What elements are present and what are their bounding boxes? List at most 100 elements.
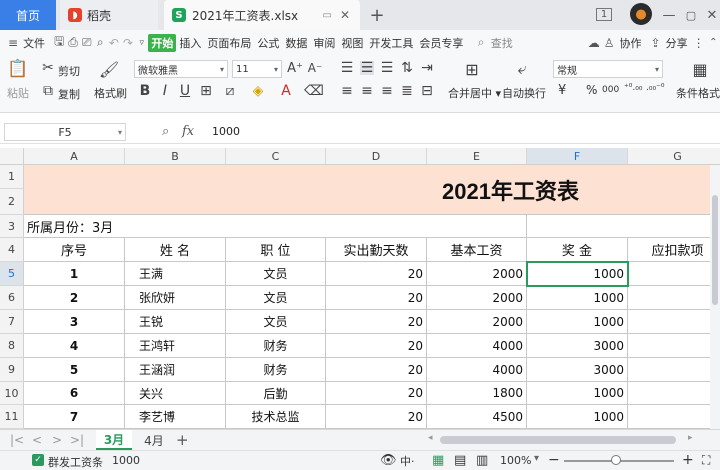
- cell-bonus[interactable]: 1000: [527, 405, 628, 429]
- sheet-tab-april[interactable]: 4月: [136, 430, 172, 450]
- column-header-d[interactable]: D: [326, 148, 427, 165]
- cell-base-salary[interactable]: 4000: [427, 358, 527, 382]
- page-layout-view-icon[interactable]: ▤: [454, 453, 466, 468]
- menu-developer[interactable]: 开发工具: [366, 35, 416, 51]
- restore-tab-icon[interactable]: ▭: [323, 10, 332, 21]
- align-middle-icon[interactable]: ☰: [360, 60, 374, 76]
- cell-seq[interactable]: 6: [24, 382, 125, 405]
- cell-deductions[interactable]: 2: [628, 334, 720, 358]
- conditional-format-button[interactable]: 条件格式: [676, 85, 720, 101]
- last-sheet-icon[interactable]: >|: [70, 433, 84, 447]
- share-icon[interactable]: ⇪: [651, 35, 661, 51]
- sheet-title-cell[interactable]: 2021年工资表: [24, 165, 720, 215]
- first-sheet-icon[interactable]: |<: [10, 433, 24, 447]
- hamburger-icon[interactable]: ≡: [8, 35, 18, 51]
- undo-icon[interactable]: ↶: [109, 35, 119, 51]
- underline-icon[interactable]: U: [178, 83, 192, 99]
- cell-attendance[interactable]: 20: [326, 334, 427, 358]
- cell-seq[interactable]: 1: [24, 262, 125, 286]
- close-tab-icon[interactable]: ✕: [340, 8, 350, 22]
- name-box[interactable]: F5 ▾: [4, 123, 126, 141]
- select-all-corner[interactable]: [0, 148, 24, 165]
- cell-bonus[interactable]: 3000: [527, 358, 628, 382]
- minimize-icon[interactable]: —: [660, 6, 678, 24]
- search-input[interactable]: 查找: [488, 35, 516, 51]
- menu-start[interactable]: 开始: [148, 33, 177, 52]
- tab-docer[interactable]: ◗ 稻壳: [60, 0, 158, 30]
- cell-attendance[interactable]: 20: [326, 286, 427, 310]
- checkbox-icon[interactable]: ✓: [32, 454, 44, 466]
- align-right-icon[interactable]: ≡: [380, 83, 394, 99]
- cell-base-salary[interactable]: 2000: [427, 262, 527, 286]
- percent-format-button[interactable]: %: [586, 83, 597, 97]
- cell-base-salary[interactable]: 2000: [427, 286, 527, 310]
- scroll-left-icon[interactable]: ◂: [428, 433, 433, 443]
- normal-view-icon[interactable]: ▦: [432, 453, 444, 468]
- sheet-tab-march[interactable]: 3月: [96, 430, 132, 450]
- column-header-f[interactable]: F: [527, 148, 628, 165]
- format-painter-icon[interactable]: 🖌: [99, 59, 119, 79]
- number-format-select[interactable]: 常规 ▾: [553, 60, 663, 78]
- cell-attendance[interactable]: 20: [326, 262, 427, 286]
- cell-bonus[interactable]: 1000: [527, 286, 628, 310]
- clear-format-icon[interactable]: ⌫: [304, 83, 324, 99]
- font-size-select[interactable]: 11 ▾: [232, 60, 282, 78]
- close-window-icon[interactable]: ✕: [703, 6, 720, 24]
- payroll-slip-button[interactable]: 群发工资条: [48, 454, 103, 470]
- bold-icon[interactable]: B: [138, 83, 152, 99]
- menu-data[interactable]: 数据: [282, 35, 310, 51]
- cell-bonus[interactable]: 1000: [527, 310, 628, 334]
- cut-button[interactable]: 剪切: [58, 63, 80, 79]
- header-cell-name[interactable]: 姓 名: [125, 238, 226, 262]
- cell-position[interactable]: 文员: [226, 286, 326, 310]
- zoom-search-icon[interactable]: ⌕: [162, 124, 169, 139]
- thousands-format-button[interactable]: 000: [602, 85, 619, 95]
- formula-input[interactable]: 1000: [212, 125, 240, 138]
- cut-icon[interactable]: ✂: [41, 60, 55, 76]
- zoom-dropdown-icon[interactable]: ▾: [534, 453, 539, 464]
- vertical-scrollbar[interactable]: [710, 165, 720, 429]
- menu-file[interactable]: 文件: [20, 35, 48, 51]
- header-cell-seq[interactable]: 序号: [24, 238, 125, 262]
- save-icon[interactable]: 🖫: [54, 34, 64, 51]
- horizontal-scroll-thumb[interactable]: [440, 436, 676, 444]
- cell-bonus[interactable]: 1000: [527, 262, 628, 286]
- cell-name[interactable]: 关兴: [125, 382, 226, 405]
- cell-base-salary[interactable]: 4500: [427, 405, 527, 429]
- tab-file[interactable]: S 2021年工资表.xlsx ▭ ✕: [164, 0, 360, 30]
- increase-decimal-icon[interactable]: ⁺⁰.₀₀: [624, 83, 642, 93]
- header-cell-bonus[interactable]: 奖 金: [527, 238, 628, 262]
- cell-deductions[interactable]: [628, 310, 720, 334]
- justify-icon[interactable]: ≣: [400, 83, 414, 99]
- column-header-g[interactable]: G: [628, 148, 720, 165]
- indent-icon[interactable]: ⇥: [420, 60, 434, 76]
- font-color-icon[interactable]: A: [278, 83, 294, 99]
- cell-base-salary[interactable]: 1800: [427, 382, 527, 405]
- maximize-icon[interactable]: ▢: [682, 6, 700, 24]
- scroll-right-icon[interactable]: ▸: [688, 433, 693, 443]
- align-bottom-icon[interactable]: ☰: [380, 60, 394, 76]
- export-pdf-icon[interactable]: ⎙: [68, 35, 78, 51]
- cell-deductions[interactable]: [628, 405, 720, 429]
- collab-button[interactable]: 协作: [617, 35, 645, 51]
- cell-style-icon[interactable]: ⧄: [222, 83, 238, 99]
- paste-button[interactable]: 粘贴: [7, 85, 29, 101]
- format-painter-button[interactable]: 格式刷: [94, 85, 127, 101]
- new-tab-icon[interactable]: +: [368, 5, 386, 26]
- zoom-slider-handle[interactable]: [611, 455, 621, 465]
- add-sheet-icon[interactable]: +: [176, 431, 189, 449]
- currency-format-button[interactable]: ¥: [558, 83, 566, 98]
- cell-seq[interactable]: 4: [24, 334, 125, 358]
- eye-protect-icon[interactable]: 👁: [380, 453, 397, 468]
- header-cell-attendance[interactable]: 实出勤天数: [326, 238, 427, 262]
- cell-deductions[interactable]: [628, 262, 720, 286]
- paste-icon[interactable]: 📋: [7, 59, 28, 79]
- wrap-text-button[interactable]: 自动换行: [502, 85, 546, 101]
- zoom-out-icon[interactable]: −: [548, 452, 560, 468]
- row-header-3[interactable]: 3: [0, 215, 24, 238]
- orientation-icon[interactable]: ⇅: [400, 60, 414, 76]
- copy-icon[interactable]: ⧉: [41, 83, 55, 99]
- row-header-11[interactable]: 11: [0, 405, 24, 429]
- cell-base-salary[interactable]: 2000: [427, 310, 527, 334]
- cell-attendance[interactable]: 20: [326, 310, 427, 334]
